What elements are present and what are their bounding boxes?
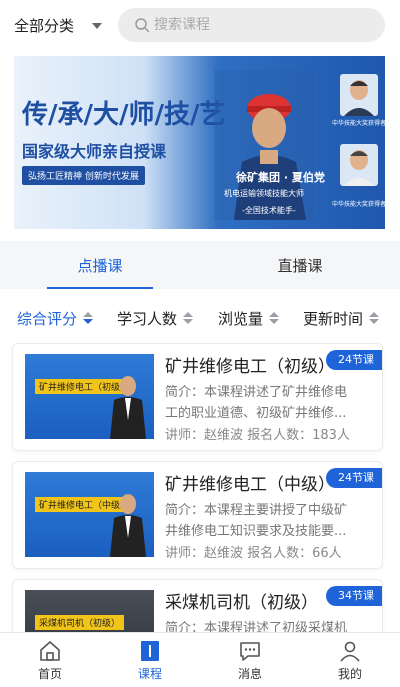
sort-views-label: 浏览量: [218, 309, 264, 328]
search-input[interactable]: [154, 17, 354, 33]
banner-master-name: 徐矿集团 · 夏伯党: [236, 171, 325, 184]
sort-bar: 综合评分 学习人数 浏览量 更新时间: [0, 302, 400, 334]
course-meta: 讲师：赵维波 报名人数：66人: [165, 546, 342, 561]
tab-live[interactable]: 直播课: [200, 241, 400, 289]
course-thumbnail: 矿井维修电工（初级）: [25, 354, 154, 439]
banner-tag: 弘扬工匠精神 创新时代发展: [22, 166, 145, 185]
sort-rating-label: 综合评分: [17, 309, 78, 328]
search-bar[interactable]: [118, 8, 385, 42]
course-title: 采煤机司机（初级）: [165, 593, 318, 613]
top-bar: 全部分类: [0, 0, 400, 50]
nav-home[interactable]: 首页: [0, 633, 100, 687]
course-card[interactable]: 矿井维修电工（中级） 矿井维修电工（中级） 简介：本课程主要讲授了中级矿井维修电…: [12, 461, 383, 569]
sort-arrows-icon: [83, 312, 94, 324]
nav-courses-label: 课程: [137, 666, 162, 681]
instructor-photo: [110, 376, 146, 439]
nav-home-label: 首页: [37, 666, 62, 681]
sort-views[interactable]: 浏览量: [218, 308, 280, 329]
banner-master-honor: -全国技术能手-: [242, 206, 296, 215]
course-card[interactable]: 采煤机司机（初级） 采煤机司机（初级） 简介：本课程讲述了初级采煤机 34节课: [12, 579, 383, 632]
course-icon: [141, 640, 159, 661]
chevron-down-icon: [92, 23, 103, 29]
category-label: 全部分类: [14, 16, 75, 35]
banner-title: 传/承/大/师/技/艺: [22, 100, 226, 130]
instructor-photo: [110, 494, 146, 557]
course-description: 简介：本课程讲述了矿井维修电工的职业道德、初级矿井维修...: [165, 385, 348, 421]
nav-profile[interactable]: 我的: [300, 633, 400, 687]
sort-updated-label: 更新时间: [303, 309, 364, 328]
master-portrait-2: [340, 144, 378, 186]
course-type-tabs: 点播课 直播课: [0, 241, 400, 289]
sort-learners-label: 学习人数: [117, 309, 178, 328]
category-dropdown[interactable]: 全部分类: [14, 12, 103, 38]
nav-profile-label: 我的: [337, 666, 362, 681]
course-title: 矿井维修电工（初级）: [165, 357, 335, 377]
nav-courses[interactable]: 课程: [100, 633, 200, 687]
lesson-count-badge: 34节课: [326, 586, 382, 606]
search-icon: [135, 18, 150, 33]
sort-arrows-icon: [269, 312, 280, 324]
tab-on-demand[interactable]: 点播课: [0, 241, 200, 289]
banner-master-role: 机电运输领域技能大师: [224, 189, 304, 198]
message-icon: [240, 641, 260, 661]
course-thumbnail: 矿井维修电工（中级）: [25, 472, 154, 557]
course-card[interactable]: 矿井维修电工（初级） 矿井维修电工（初级） 简介：本课程讲述了矿井维修电工的职业…: [12, 343, 383, 451]
nav-messages[interactable]: 消息: [200, 633, 300, 687]
portrait-1-caption: 中华技能大奖获得者: [331, 120, 385, 127]
profile-icon: [340, 641, 360, 662]
course-meta: 讲师：赵维波 报名人数：183人: [165, 428, 350, 443]
lesson-count-badge: 24节课: [326, 350, 382, 370]
home-icon: [40, 640, 60, 661]
sort-rating[interactable]: 综合评分: [17, 308, 94, 329]
app-screen: 全部分类 传/承/大/师/技/艺 国家级大师亲自授课 弘扬工匠精神 创新时代发展…: [0, 0, 400, 687]
course-description: 简介：本课程讲述了初级采煤机: [165, 621, 348, 632]
sort-arrows-icon: [183, 312, 194, 324]
portrait-2-caption: 中华技能大奖获得者: [331, 201, 385, 208]
course-description: 简介：本课程主要讲授了中级矿井维修电工知识要求及技能要...: [165, 503, 348, 539]
course-list[interactable]: 矿井维修电工（初级） 矿井维修电工（初级） 简介：本课程讲述了矿井维修电工的职业…: [0, 340, 400, 632]
banner-subtitle: 国家级大师亲自授课: [22, 142, 167, 161]
course-thumbnail: 采煤机司机（初级）: [25, 590, 154, 632]
sort-arrows-icon: [369, 312, 380, 324]
bottom-nav: 首页 课程 消息 我的: [0, 632, 400, 687]
master-portrait-1: [340, 74, 378, 116]
lesson-count-badge: 24节课: [326, 468, 382, 488]
course-title: 矿井维修电工（中级）: [165, 475, 335, 495]
sort-updated[interactable]: 更新时间: [303, 308, 380, 329]
sort-learners[interactable]: 学习人数: [117, 308, 194, 329]
thumbnail-title: 采煤机司机（初级）: [35, 615, 125, 630]
promo-banner[interactable]: 传/承/大/师/技/艺 国家级大师亲自授课 弘扬工匠精神 创新时代发展 徐矿集团…: [14, 56, 385, 229]
nav-messages-label: 消息: [237, 666, 262, 681]
